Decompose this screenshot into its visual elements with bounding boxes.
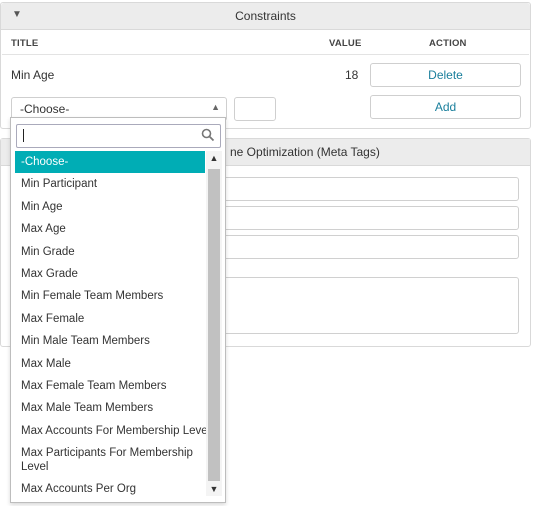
delete-button[interactable]: Delete bbox=[370, 63, 521, 87]
meta-field-2[interactable] bbox=[221, 206, 519, 230]
add-button[interactable]: Add bbox=[370, 95, 521, 119]
column-value-header: VALUE bbox=[329, 38, 362, 49]
select-value: -Choose- bbox=[20, 102, 70, 116]
meta-field-1[interactable] bbox=[221, 177, 519, 201]
option-max-female-team-members[interactable]: Max Female Team Members bbox=[15, 375, 205, 397]
row-value: 18 bbox=[345, 68, 359, 82]
option-choose[interactable]: -Choose- bbox=[15, 151, 205, 174]
option-min-age[interactable]: Min Age bbox=[15, 196, 205, 218]
scroll-up-icon[interactable]: ▲ bbox=[206, 151, 222, 165]
option-max-female[interactable]: Max Female bbox=[15, 308, 205, 330]
constraints-panel: ▼ Constraints TITLE VALUE ACTION Min Age… bbox=[0, 2, 531, 129]
option-min-female-team-members[interactable]: Min Female Team Members bbox=[15, 285, 205, 307]
option-max-male[interactable]: Max Male bbox=[15, 353, 205, 375]
option-max-grade[interactable]: Max Grade bbox=[15, 263, 205, 285]
option-max-male-team-members[interactable]: Max Male Team Members bbox=[15, 397, 205, 419]
option-min-male-team-members[interactable]: Min Male Team Members bbox=[15, 330, 205, 352]
column-action-header: ACTION bbox=[429, 38, 467, 49]
dropdown-options: -Choose- Min Participant Min Age Max Age… bbox=[15, 151, 210, 500]
constraints-header[interactable]: ▼ Constraints bbox=[1, 3, 530, 30]
option-max-participants-for-membership-level[interactable]: Max Participants For Membership Level bbox=[15, 442, 205, 478]
constraints-title: Constraints bbox=[235, 9, 296, 23]
seo-title: ne Optimization (Meta Tags) bbox=[230, 145, 380, 159]
meta-textarea[interactable] bbox=[221, 277, 519, 334]
option-max-age[interactable]: Max Age bbox=[15, 218, 205, 240]
text-caret bbox=[23, 129, 24, 142]
chevron-up-icon: ▲ bbox=[211, 102, 220, 112]
scrollbar-thumb[interactable] bbox=[208, 169, 220, 481]
scroll-down-icon[interactable]: ▼ bbox=[206, 482, 222, 496]
dropdown-search-input[interactable] bbox=[16, 124, 221, 148]
option-max-accounts-per-org[interactable]: Max Accounts Per Org bbox=[15, 478, 205, 500]
option-min-grade[interactable]: Min Grade bbox=[15, 241, 205, 263]
constraint-dropdown: -Choose- Min Participant Min Age Max Age… bbox=[10, 117, 226, 503]
header-divider bbox=[2, 54, 529, 55]
meta-field-3[interactable] bbox=[221, 235, 519, 259]
column-title-header: TITLE bbox=[11, 38, 39, 49]
dropdown-scrollbar[interactable]: ▲ ▼ bbox=[206, 151, 222, 496]
option-max-accounts-for-membership-level[interactable]: Max Accounts For Membership Level bbox=[15, 420, 210, 442]
constraint-value-input[interactable] bbox=[234, 97, 276, 121]
option-min-participant[interactable]: Min Participant bbox=[15, 173, 205, 195]
row-title: Min Age bbox=[11, 68, 55, 82]
search-icon bbox=[201, 128, 215, 142]
